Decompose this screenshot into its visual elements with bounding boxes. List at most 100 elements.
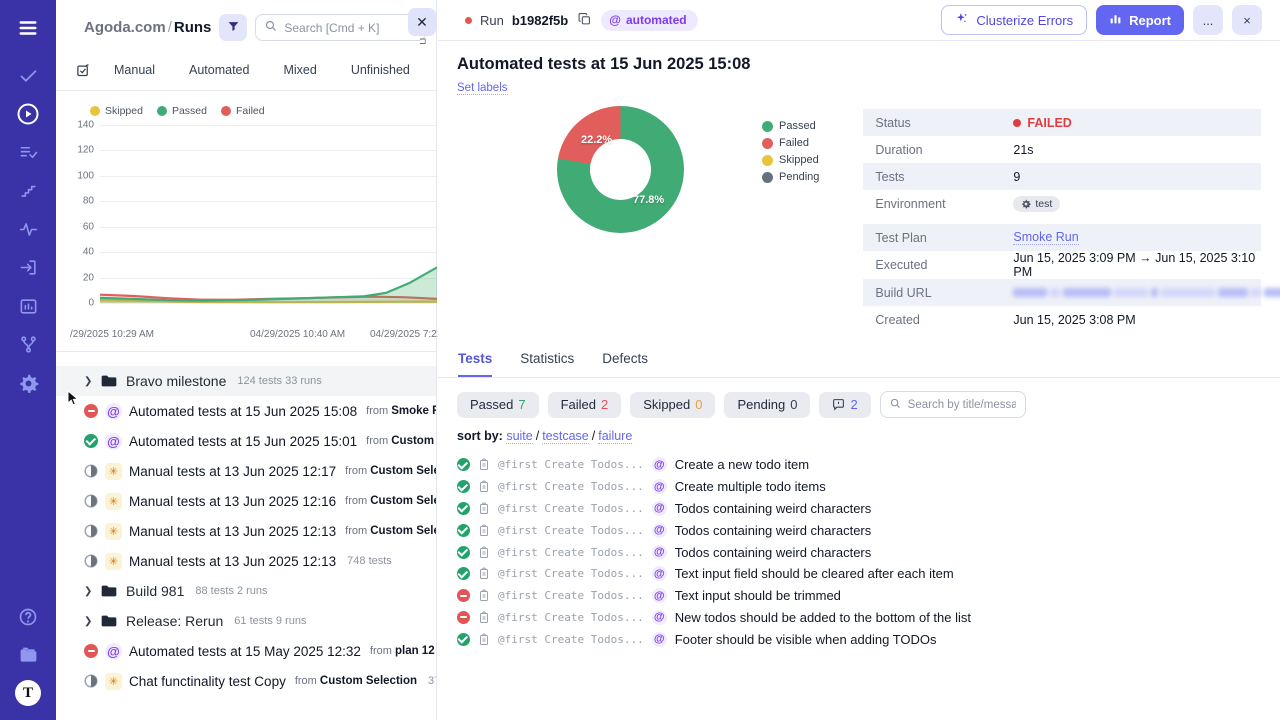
gear-icon[interactable] [0,364,56,403]
projects-icon[interactable] [0,636,56,674]
test-search-input[interactable] [907,398,1016,411]
test-row[interactable]: @first Create Todos... @ Todos containing … [457,519,1262,541]
check-icon[interactable] [0,56,56,95]
test-title: Todos containing weird characters [674,544,872,560]
import-icon[interactable] [0,249,56,288]
runs-tab-unfinished[interactable]: Unfinished [334,59,427,81]
run-group-row[interactable]: ❯ Bravo milestone 124 tests 33 runs [56,366,436,396]
sort-failure-link[interactable]: failure [598,429,633,444]
filter-failed[interactable]: Failed 2 [547,391,622,418]
run-detail-panel: Run b1982f5b @ automated Clusterize Erro… [438,0,1280,720]
test-row[interactable]: @first Create Todos... @ Todos containing … [457,498,1262,520]
close-run-button[interactable]: × [1232,5,1262,35]
clusterize-errors-button[interactable]: Clusterize Errors [941,5,1088,35]
legend-item-passed[interactable]: Passed [156,105,207,117]
run-row-title: Automated tests at 15 Jun 2025 15:08 [129,403,358,419]
detail-label: Status [875,115,911,130]
test-row[interactable]: @first Create Todos... @ Footer should be … [457,628,1262,650]
run-row[interactable]: ✳ Manual tests at 13 Jun 2025 12:13 from C… [56,516,436,546]
filter-pending[interactable]: Pending 0 [724,391,811,418]
test-suite-path: @first Create Todos... [498,480,644,494]
run-row[interactable]: ✳ Chat functinality test Copy from Custom … [56,666,436,696]
copy-run-id-button[interactable] [576,10,593,31]
run-row[interactable]: ✳ Manual tests at 13 Jun 2025 12:17 from C… [56,456,436,486]
legend-item-skipped[interactable]: Skipped [90,105,143,117]
run-row[interactable]: ✳ Manual tests at 13 Jun 2025 12:13 748 te… [56,546,436,576]
y-tick: 0 [88,297,94,309]
group-meta: 61 tests 9 runs [234,615,307,627]
list-check-icon[interactable] [0,133,56,172]
set-labels-link[interactable]: Set labels [457,82,508,95]
app-logo[interactable]: T [0,674,56,712]
filter-button[interactable] [219,14,248,41]
runs-tab-manual[interactable]: Manual [97,59,172,81]
chevron-right-icon[interactable]: ❯ [84,376,94,387]
steps-icon[interactable] [0,172,56,211]
test-row[interactable]: @first Create Todos... @ New todos should … [457,607,1262,629]
run-row-title: Chat functinality test Copy [129,673,286,689]
sort-by-label: sort by: [457,429,507,443]
donut-legend-failed[interactable]: Failed [762,137,819,149]
donut-legend-passed[interactable]: Passed [762,120,819,132]
runs-tab-automated[interactable]: Automated [172,59,266,81]
run-row[interactable]: @ Automated tests at 15 Jun 2025 15:08 fro… [56,396,436,426]
test-search[interactable] [879,391,1026,418]
tab-defects[interactable]: Defects [602,351,648,377]
panel-close-button[interactable]: ✕ [408,8,436,36]
detail-label: Executed [875,258,928,272]
run-group-row[interactable]: ❯ Build 981 88 tests 2 runs [56,576,436,606]
test-list: @first Create Todos... @ Create a new todo… [457,454,1262,650]
tab-tests[interactable]: Tests [458,351,493,377]
filter-skipped[interactable]: Skipped 0 [630,391,716,418]
test-plan-link[interactable]: Smoke Run [1013,230,1079,245]
filter-passed[interactable]: Passed 7 [457,391,539,418]
play-circle-icon[interactable] [0,95,56,134]
run-source: from plan 12 [369,645,435,657]
test-row[interactable]: @first Create Todos... @ Create multiple t… [457,476,1262,498]
help-icon[interactable] [0,598,56,636]
chevron-right-icon[interactable]: ❯ [84,586,94,597]
detail-row-test-plan: Test Plan Smoke Run [863,224,1262,251]
app-sidebar: T [0,0,56,720]
detail-label: Tests [875,169,905,184]
test-row[interactable]: @first Create Todos... @ Create a new todo… [457,454,1262,476]
automated-test-icon: @ [651,479,667,495]
run-row[interactable]: @ Automated tests at 15 Jun 2025 15:01 fro… [56,426,436,456]
comments-filter[interactable]: 2 [819,391,871,418]
donut-legend-skipped[interactable]: Skipped [762,154,819,166]
search-icon [265,19,277,37]
group-meta: 88 tests 2 runs [195,585,268,597]
menu-icon[interactable] [0,0,56,56]
run-row[interactable]: @ Automated tests at 15 May 2025 12:32 fro… [56,636,436,666]
sort-suite-link[interactable]: suite [506,429,533,444]
bar-chart-icon[interactable] [0,287,56,326]
runs-search-input[interactable] [284,20,416,35]
automated-badge[interactable]: @ automated [601,9,698,31]
test-row[interactable]: @first Create Todos... @ Text input field … [457,563,1262,585]
automated-run-icon: @ [105,402,122,420]
passed-status-icon [457,501,470,515]
run-row[interactable]: ✳ Manual tests at 13 Jun 2025 12:16 from C… [56,486,436,516]
legend-item-failed[interactable]: Failed [220,105,265,117]
test-row[interactable]: @first Create Todos... @ Text input should… [457,585,1262,607]
pulse-icon[interactable] [0,210,56,249]
more-actions-button[interactable]: ... [1193,5,1223,35]
detail-label: Build URL [875,285,932,300]
run-group-row[interactable]: ❯ Release: Rerun 61 tests 9 runs [56,606,436,636]
sort-testcase-link[interactable]: testcase [542,429,589,444]
select-runs-icon[interactable] [76,63,91,78]
tab-statistics[interactable]: Statistics [520,351,574,377]
run-meta: 748 tests [347,555,392,567]
breadcrumb-project[interactable]: Agoda.com [84,19,166,36]
runs-search[interactable] [255,14,426,41]
folder-icon [101,584,117,598]
branch-icon[interactable] [0,326,56,365]
donut-legend-pending[interactable]: Pending [762,171,819,183]
report-button[interactable]: Report [1096,5,1184,35]
chevron-right-icon[interactable]: ❯ [84,616,94,627]
clipboard-icon [478,546,490,559]
test-row[interactable]: @first Create Todos... @ Todos containing … [457,541,1262,563]
runs-tab-mixed[interactable]: Mixed [266,59,333,81]
comment-icon [832,398,845,411]
clipboard-icon [478,589,490,602]
